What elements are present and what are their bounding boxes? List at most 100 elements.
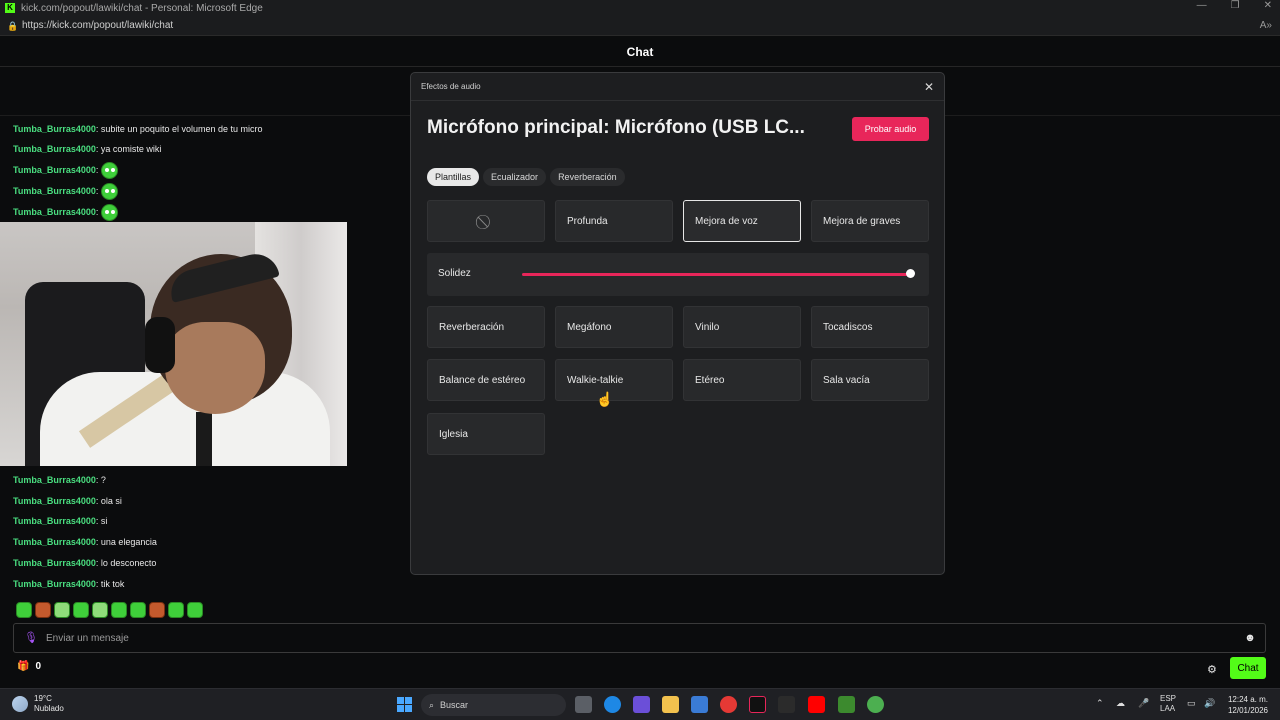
weather-temp: 19°C: [34, 694, 52, 703]
emote-icon[interactable]: [168, 602, 184, 618]
app-icon[interactable]: [867, 696, 884, 713]
chat-message: Tumba_Burras4000:: [13, 203, 119, 221]
chat-message: Tumba_Burras4000:: [13, 182, 119, 200]
preset-card[interactable]: Reverberación: [427, 306, 545, 348]
chat-settings-gear-icon[interactable]: ⚙: [1207, 663, 1217, 676]
close-icon[interactable]: ✕: [921, 79, 937, 95]
emote-icon[interactable]: [149, 602, 165, 618]
slider-thumb[interactable]: [906, 269, 915, 278]
tab-plantillas[interactable]: Plantillas: [427, 168, 480, 186]
message-username[interactable]: Tumba_Burras4000: [13, 496, 96, 506]
emote-icon[interactable]: [187, 602, 203, 618]
message-text: si: [100, 516, 108, 526]
emote-icon[interactable]: [73, 602, 89, 618]
preset-card[interactable]: Sala vacía: [811, 359, 929, 401]
weather-widget[interactable]: 19°C Nublado: [12, 694, 64, 714]
message-input[interactable]: [46, 632, 1243, 644]
message-username[interactable]: Tumba_Burras4000: [13, 475, 96, 485]
preset-card[interactable]: Megáfono: [555, 306, 673, 348]
window-title: kick.com/popout/lawiki/chat - Personal: …: [21, 2, 263, 14]
audio-effects-dialog: Efectos de audio ✕ Micrófono principal: …: [410, 72, 945, 575]
chat-message: Tumba_Burras4000: subite un poquito el v…: [13, 124, 263, 134]
frog-emote-icon[interactable]: [101, 161, 119, 179]
windows-start-icon[interactable]: [397, 697, 412, 712]
restore-icon[interactable]: ❐: [1231, 0, 1240, 11]
hand-cursor-icon: ☝: [596, 391, 614, 407]
preset-card-selected[interactable]: Mejora de voz: [683, 200, 801, 242]
clock[interactable]: 12:24 a. m. 12/01/2026: [1226, 694, 1268, 716]
slider-track[interactable]: [522, 273, 912, 276]
tm-app-icon[interactable]: [778, 696, 795, 713]
message-username[interactable]: Tumba_Burras4000: [13, 165, 96, 175]
youtube-icon[interactable]: [808, 696, 825, 713]
language-indicator[interactable]: ESP LAA: [1160, 694, 1176, 714]
channel-points[interactable]: 🎁 0: [17, 661, 41, 672]
preset-card[interactable]: Iglesia: [427, 413, 545, 455]
emote-icon[interactable]: [92, 602, 108, 618]
frog-emote-icon[interactable]: [101, 182, 119, 200]
minecraft-icon[interactable]: [838, 696, 855, 713]
chevron-up-icon[interactable]: ⌃: [1096, 698, 1104, 709]
preset-card[interactable]: Etéreo: [683, 359, 801, 401]
message-username[interactable]: Tumba_Burras4000: [13, 516, 96, 526]
emote-icon[interactable]: [111, 602, 127, 618]
send-chat-button[interactable]: Chat: [1230, 657, 1266, 679]
read-aloud-icon[interactable]: A»: [1260, 20, 1272, 31]
emote-icon[interactable]: [54, 602, 70, 618]
chat-message: Tumba_Burras4000: ola si: [13, 496, 122, 506]
mic-tray-icon[interactable]: 🎤: [1138, 698, 1149, 709]
message-username[interactable]: Tumba_Burras4000: [13, 186, 96, 196]
emoji-picker-icon[interactable]: ☻: [1243, 631, 1257, 645]
preset-card[interactable]: Mejora de graves: [811, 200, 929, 242]
tab-reverberacion[interactable]: Reverberación: [550, 168, 625, 186]
message-username[interactable]: Tumba_Burras4000: [13, 579, 96, 589]
preset-card[interactable]: Balance de estéreo: [427, 359, 545, 401]
url-text[interactable]: https://kick.com/popout/lawiki/chat: [22, 20, 173, 31]
chat-footer: 🎁 0 ⚙ Chat: [0, 657, 1280, 683]
copilot-icon[interactable]: [633, 696, 650, 713]
points-count: 0: [35, 661, 42, 672]
preset-card[interactable]: Tocadiscos: [811, 306, 929, 348]
edge-icon[interactable]: [604, 696, 621, 713]
test-audio-button[interactable]: Probar audio: [852, 117, 929, 141]
kick-favicon-icon: K: [5, 3, 15, 13]
speaker-icon[interactable]: 🔊: [1204, 698, 1215, 709]
emote-icon[interactable]: [35, 602, 51, 618]
message-text: ya comiste wiki: [100, 144, 162, 154]
microphone-icon[interactable]: 🎙: [24, 631, 38, 645]
preset-card[interactable]: Profunda: [555, 200, 673, 242]
task-view-icon[interactable]: [575, 696, 592, 713]
chat-message: Tumba_Burras4000: lo desconecto: [13, 558, 157, 568]
emote-icon[interactable]: [16, 602, 32, 618]
message-username[interactable]: Tumba_Burras4000: [13, 207, 96, 217]
monitor-icon[interactable]: ▭: [1187, 698, 1196, 709]
chat-message: Tumba_Burras4000: si: [13, 516, 108, 526]
file-explorer-icon[interactable]: [662, 696, 679, 713]
effects-tabs: Plantillas Ecualizador Reverberación: [427, 168, 625, 186]
window-controls: — ❐ ✕: [1197, 0, 1272, 11]
preset-none[interactable]: ⃠: [427, 200, 545, 242]
message-username[interactable]: Tumba_Burras4000: [13, 558, 96, 568]
close-window-icon[interactable]: ✕: [1264, 0, 1272, 11]
store-icon[interactable]: [691, 696, 708, 713]
preset-card[interactable]: Vinilo: [683, 306, 801, 348]
webcam-video: [0, 222, 347, 466]
preset-card[interactable]: Walkie-talkie: [555, 359, 673, 401]
message-username[interactable]: Tumba_Burras4000: [13, 124, 96, 134]
tab-ecualizador[interactable]: Ecualizador: [483, 168, 547, 186]
chat-message: Tumba_Burras4000: una elegancia: [13, 537, 157, 547]
message-username[interactable]: Tumba_Burras4000: [13, 144, 96, 154]
weather-desc: Nublado: [34, 704, 64, 713]
address-bar[interactable]: 🔒 https://kick.com/popout/lawiki/chat A»: [0, 16, 1280, 36]
frog-emote-icon[interactable]: [101, 203, 119, 221]
chrome-icon[interactable]: [720, 696, 737, 713]
message-username[interactable]: Tumba_Burras4000: [13, 537, 96, 547]
headphones: [145, 317, 175, 373]
lock-icon[interactable]: 🔒: [7, 21, 18, 31]
taskbar-search[interactable]: ⌕ Buscar: [421, 694, 566, 716]
tiktok-icon[interactable]: [749, 696, 766, 713]
cloud-tray-icon[interactable]: ☁: [1116, 698, 1125, 709]
emote-icon[interactable]: [130, 602, 146, 618]
search-icon: ⌕: [429, 699, 435, 710]
minimize-icon[interactable]: —: [1197, 0, 1207, 11]
